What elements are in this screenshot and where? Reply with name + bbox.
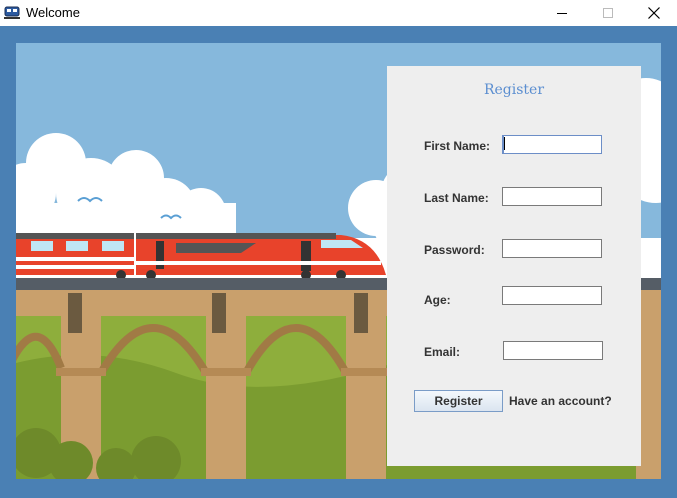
register-title: Register: [483, 82, 545, 98]
window-titlebar: Welcome: [0, 0, 677, 26]
close-button[interactable]: [631, 0, 677, 26]
register-button[interactable]: Register: [414, 390, 503, 412]
age-label: Age:: [424, 293, 451, 307]
window-title: Welcome: [26, 5, 80, 20]
last-name-field[interactable]: [502, 187, 602, 206]
password-label: Password:: [424, 243, 485, 257]
minimize-icon: [557, 13, 567, 14]
maximize-icon: [603, 8, 613, 18]
age-field[interactable]: [502, 286, 602, 305]
register-panel: Register First Name: Last Name: Password…: [387, 66, 641, 466]
email-field[interactable]: [503, 341, 603, 360]
first-name-field[interactable]: [502, 135, 602, 154]
email-label: Email:: [424, 345, 461, 359]
last-name-label: Last Name:: [424, 191, 489, 205]
have-account-link[interactable]: Have an account?: [509, 394, 612, 408]
maximize-button[interactable]: [585, 0, 631, 26]
train-icon: [4, 6, 20, 20]
first-name-label: First Name:: [424, 139, 491, 153]
minimize-button[interactable]: [539, 0, 585, 26]
text-caret: [504, 137, 505, 150]
close-icon: [648, 7, 660, 19]
password-field[interactable]: [502, 239, 602, 258]
